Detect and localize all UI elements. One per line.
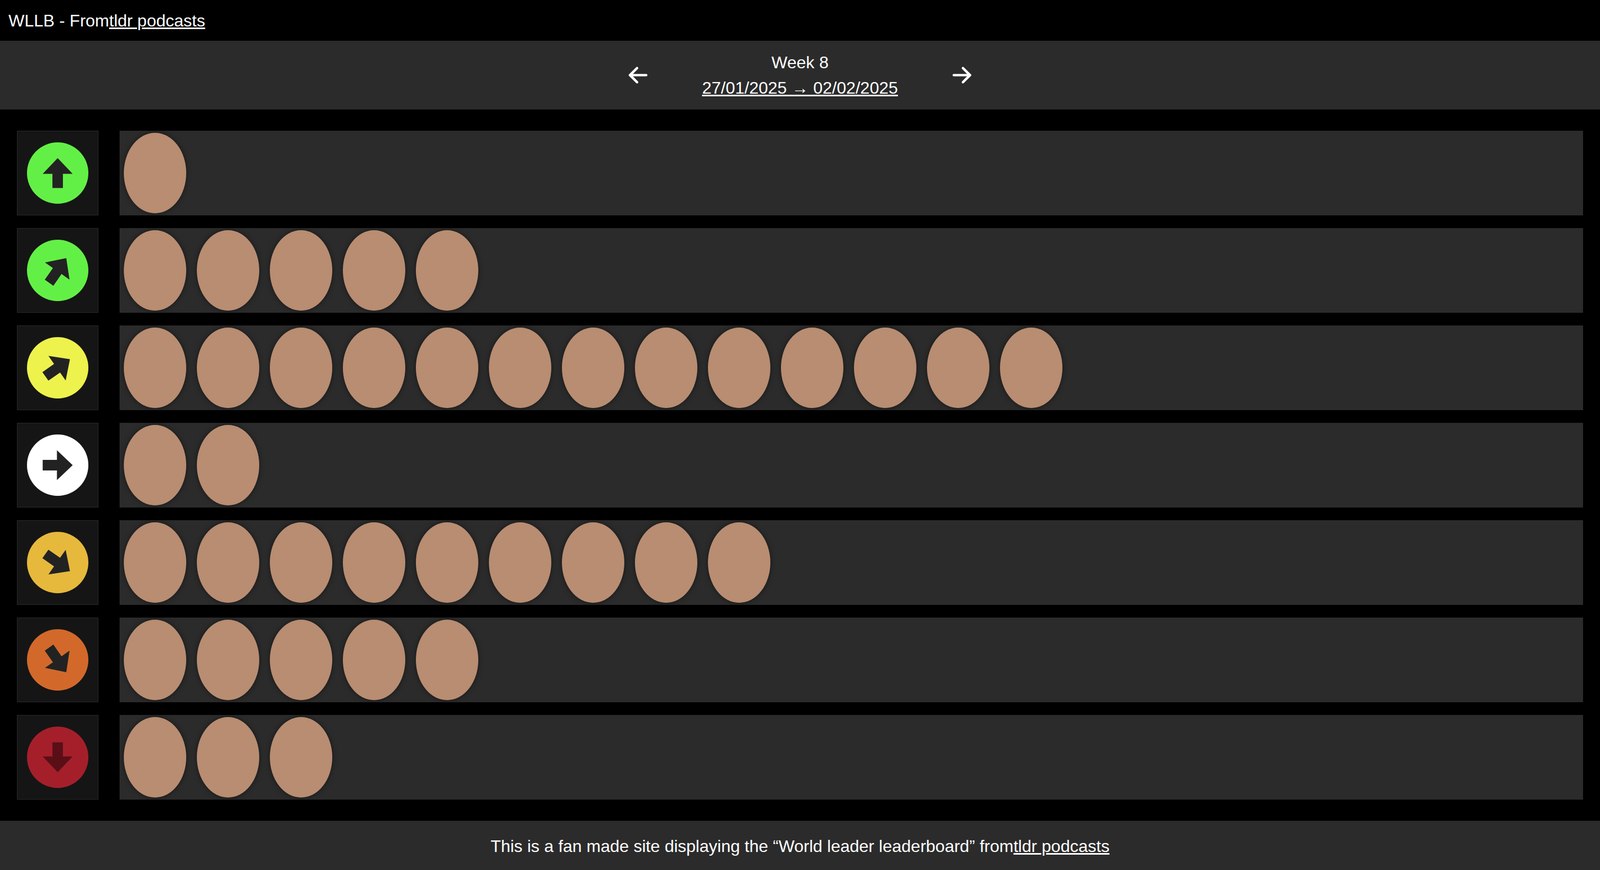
- leader-portrait[interactable]: [196, 424, 260, 506]
- tier-label: [16, 520, 99, 605]
- tier-label: [16, 130, 99, 216]
- leader-portrait[interactable]: [196, 522, 260, 603]
- arrow-up-icon: [39, 155, 76, 192]
- tier-row: [16, 228, 1584, 313]
- leader-portrait[interactable]: [1000, 327, 1063, 408]
- leader-portrait[interactable]: [123, 619, 187, 700]
- leader-portrait[interactable]: [123, 424, 187, 506]
- leader-portrait[interactable]: [415, 619, 479, 700]
- leader-portrait[interactable]: [196, 327, 260, 408]
- leader-portrait[interactable]: [707, 522, 771, 603]
- leader-portrait[interactable]: [342, 619, 406, 700]
- tier-label: [16, 325, 99, 411]
- leader-portrait[interactable]: [415, 327, 479, 408]
- tier-portraits: [119, 714, 1584, 800]
- arrow-down-right-icon: [32, 537, 84, 588]
- leader-portrait[interactable]: [780, 327, 844, 408]
- previous-week-button[interactable]: [621, 58, 655, 92]
- top-bar: WLLB - From tldr podcasts: [0, 0, 1600, 41]
- leader-portrait[interactable]: [196, 716, 260, 798]
- tier-badge: [26, 239, 89, 302]
- week-nav: Week 827/01/2025 → 02/02/2025: [0, 40, 1600, 110]
- arrow-up-right-icon: [32, 342, 84, 394]
- arrow-down-icon: [39, 739, 76, 776]
- leader-portrait[interactable]: [561, 327, 625, 408]
- leader-portrait[interactable]: [342, 230, 406, 311]
- leader-portrait[interactable]: [196, 230, 260, 311]
- week-label: Week 8: [771, 49, 829, 76]
- tier-label: [16, 617, 99, 703]
- leader-portrait[interactable]: [269, 230, 333, 311]
- leader-portrait[interactable]: [196, 619, 260, 700]
- site-title: WLLB - From: [8, 7, 109, 34]
- tier-portraits: [119, 422, 1584, 508]
- leader-portrait[interactable]: [561, 522, 625, 603]
- week-info: Week 827/01/2025 → 02/02/2025: [702, 49, 898, 101]
- tier-badge: [26, 142, 89, 204]
- date-range[interactable]: 27/01/2025 → 02/02/2025: [702, 75, 898, 101]
- arrow-right-icon: [39, 447, 76, 484]
- tier-row: [16, 130, 1584, 216]
- leader-portrait[interactable]: [342, 522, 406, 603]
- tier-row: [16, 422, 1584, 508]
- tier-portraits: [119, 130, 1584, 216]
- leader-portrait[interactable]: [488, 327, 552, 408]
- arrow-right-icon: [949, 62, 975, 88]
- leader-portrait[interactable]: [853, 327, 917, 408]
- tier-portraits: [119, 228, 1584, 313]
- leader-portrait[interactable]: [707, 327, 771, 408]
- tier-row: [16, 520, 1584, 605]
- tier-portraits: [119, 520, 1584, 605]
- tier-badge: [26, 337, 89, 399]
- footer: This is a fan made site displaying the “…: [0, 820, 1600, 870]
- leader-portrait[interactable]: [415, 522, 479, 603]
- leader-portrait[interactable]: [123, 716, 187, 798]
- leader-portrait[interactable]: [488, 522, 552, 603]
- tier-label: [16, 714, 99, 800]
- leader-portrait[interactable]: [634, 327, 698, 408]
- tier-badge: [26, 726, 89, 788]
- tier-label: [16, 422, 99, 508]
- leader-portrait[interactable]: [269, 619, 333, 700]
- leader-portrait[interactable]: [269, 716, 333, 798]
- leader-portrait[interactable]: [634, 522, 698, 603]
- leader-portrait[interactable]: [123, 230, 187, 311]
- next-week-button[interactable]: [945, 58, 979, 92]
- arrow-left-icon: [625, 62, 651, 88]
- leaderboard: [0, 109, 1600, 821]
- leader-portrait[interactable]: [123, 522, 187, 603]
- footer-tldr-link[interactable]: tldr podcasts: [1013, 833, 1109, 859]
- tier-badge: [26, 531, 89, 594]
- page: WLLB - From tldr podcasts Week 827/01/202…: [0, 0, 1600, 870]
- leader-portrait[interactable]: [123, 327, 187, 408]
- leader-portrait[interactable]: [926, 327, 990, 408]
- tier-label: [16, 228, 99, 313]
- leader-portrait[interactable]: [415, 230, 479, 311]
- tier-row: [16, 325, 1584, 411]
- leader-portrait[interactable]: [342, 327, 406, 408]
- leader-portrait[interactable]: [269, 522, 333, 603]
- tier-portraits: [119, 617, 1584, 703]
- arrow-up-right-steep-icon: [32, 245, 84, 296]
- leader-portrait[interactable]: [123, 132, 187, 214]
- tier-badge: [26, 629, 89, 691]
- tier-row: [16, 617, 1584, 703]
- tldr-link[interactable]: tldr podcasts: [108, 7, 205, 34]
- tier-portraits: [119, 325, 1584, 411]
- tier-badge: [26, 434, 89, 496]
- tier-row: [16, 714, 1584, 800]
- footer-text: This is a fan made site displaying the “…: [490, 833, 1014, 859]
- leader-portrait[interactable]: [269, 327, 333, 408]
- arrow-down-right-steep-icon: [32, 634, 84, 686]
